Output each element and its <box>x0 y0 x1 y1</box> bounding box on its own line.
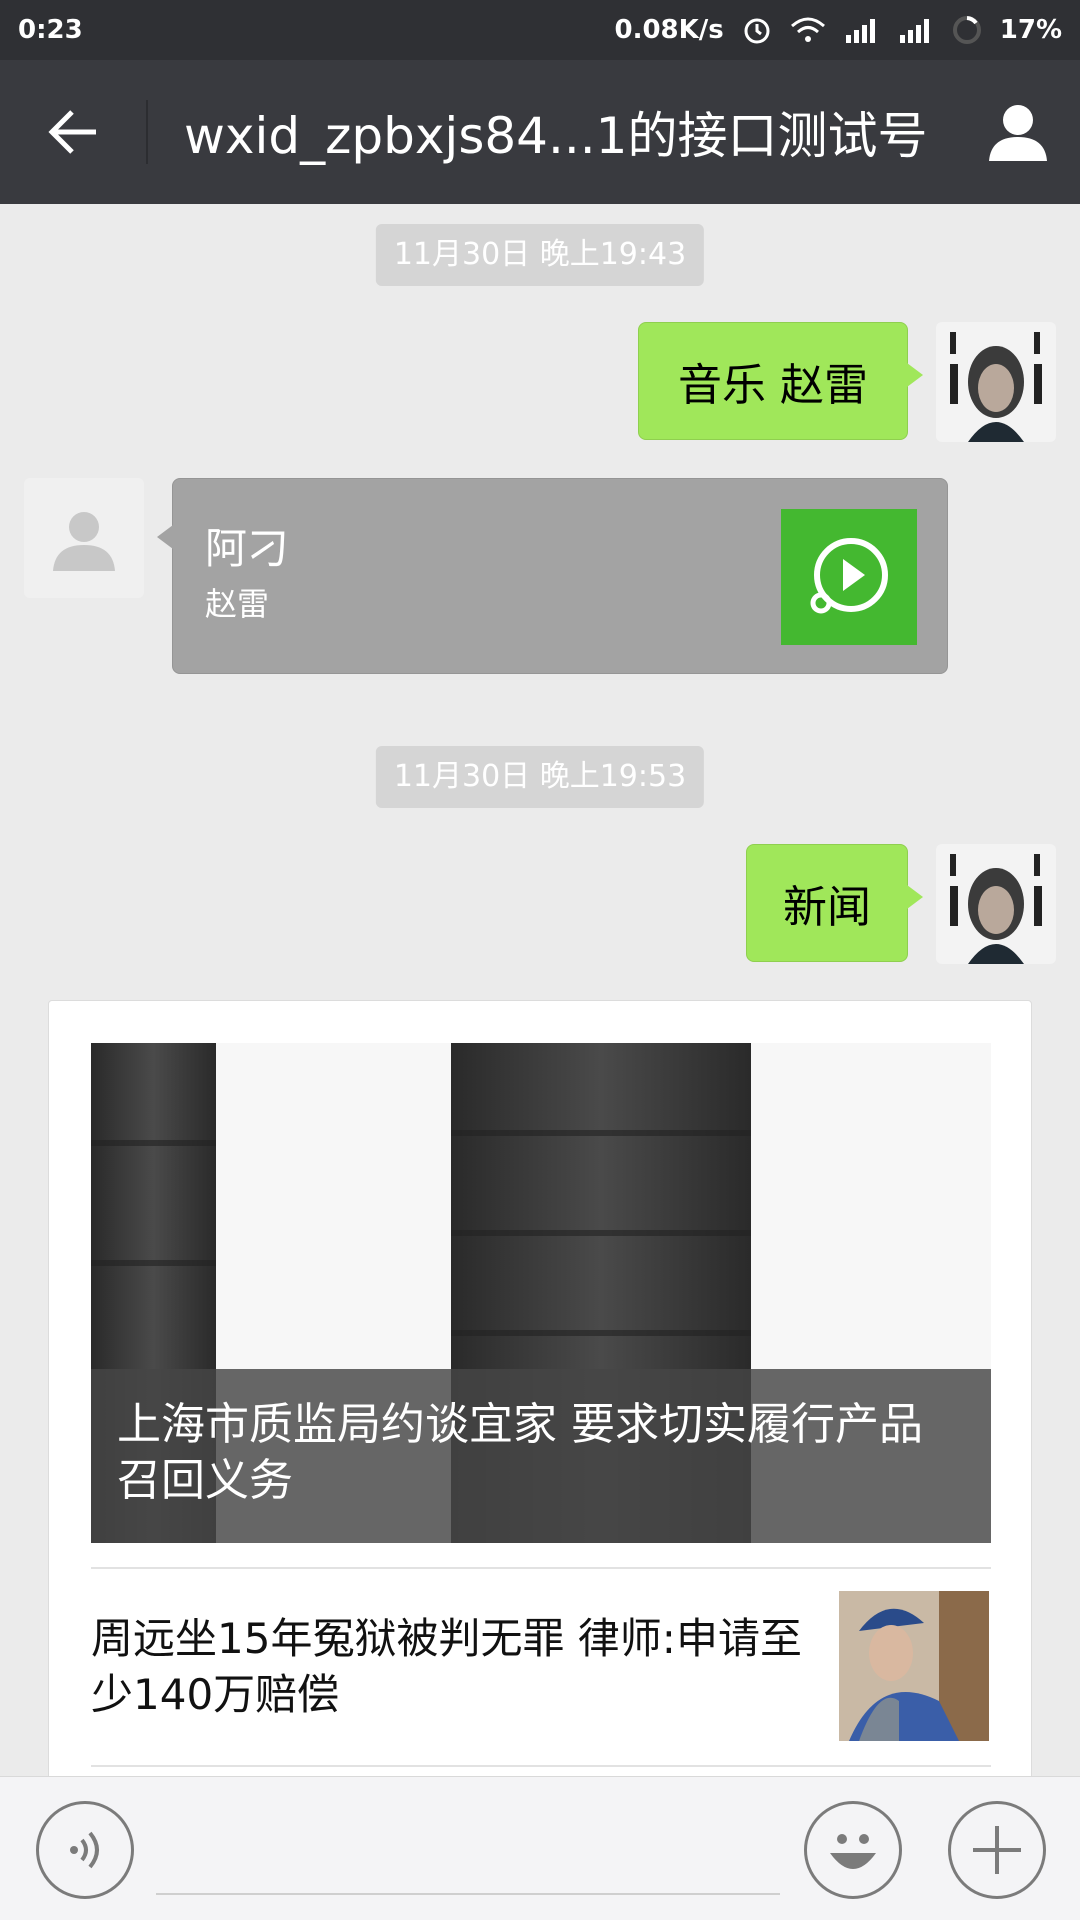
profile-button[interactable] <box>956 60 1080 204</box>
news-item-thumbnail[interactable] <box>839 1591 989 1741</box>
signal-icon <box>844 17 880 43</box>
emoji-icon <box>830 1834 876 1869</box>
back-button[interactable] <box>0 60 146 204</box>
news-hero[interactable]: 上海市质监局约谈宜家 要求切实履行产品召回义务 <box>91 1043 991 1543</box>
status-bar: 0:23 0.08K/s 17% <box>0 0 1080 60</box>
profile-icon <box>989 105 1047 161</box>
avatar-image <box>936 844 1056 964</box>
news-divider <box>91 1567 991 1569</box>
user-avatar[interactable] <box>936 322 1056 442</box>
contact-avatar[interactable] <box>24 478 144 598</box>
news-thumbnail-image <box>839 1591 989 1741</box>
timestamp: 11月30日 晚上19:43 <box>375 224 705 286</box>
wifi-icon <box>790 16 826 44</box>
user-avatar[interactable] <box>936 844 1056 964</box>
news-card[interactable]: 上海市质监局约谈宜家 要求切实履行产品召回义务 周远坐15年冤狱被判无罪 律师:… <box>48 1000 1032 1780</box>
voice-icon <box>70 1831 99 1869</box>
back-arrow-icon <box>48 110 96 154</box>
voice-button[interactable] <box>36 1801 134 1899</box>
emoji-button[interactable] <box>804 1801 902 1899</box>
sent-message-bubble[interactable]: 音乐 赵雷 <box>638 322 923 440</box>
chat-header: wxid_zpbxjs84...1的接口测试号 <box>0 60 1080 204</box>
news-item-title[interactable]: 周远坐15年冤狱被判无罪 律师:申请至少140万赔偿 <box>91 1611 831 1723</box>
avatar-image <box>936 322 1056 442</box>
alarm-icon <box>742 15 772 45</box>
music-title: 阿刁 <box>205 524 290 573</box>
music-artist: 赵雷 <box>205 585 270 623</box>
chat-title: wxid_zpbxjs84...1的接口测试号 <box>184 107 928 165</box>
music-play-icon <box>810 538 888 614</box>
message-text: 新闻 <box>783 882 871 933</box>
music-play-button[interactable] <box>781 509 917 645</box>
news-headline: 上海市质监局约谈宜家 要求切实履行产品召回义务 <box>91 1369 991 1543</box>
timestamp: 11月30日 晚上19:53 <box>375 746 705 808</box>
sent-message-bubble[interactable]: 新闻 <box>746 844 923 962</box>
news-divider <box>91 1765 991 1767</box>
signal-icon-2 <box>898 17 934 43</box>
message-text: 音乐 赵雷 <box>678 360 868 411</box>
default-avatar-icon <box>53 512 115 571</box>
input-bar <box>0 1776 1080 1920</box>
more-button[interactable] <box>948 1801 1046 1899</box>
battery-level: 17% <box>999 15 1062 45</box>
net-speed: 0.08K/s <box>614 15 724 45</box>
message-input[interactable] <box>156 1893 780 1895</box>
battery-icon <box>952 15 982 45</box>
status-right: 0.08K/s 17% <box>614 15 1062 45</box>
plus-icon <box>973 1826 1021 1874</box>
music-card[interactable]: 阿刁 赵雷 <box>157 478 948 674</box>
status-time: 0:23 <box>18 15 83 45</box>
